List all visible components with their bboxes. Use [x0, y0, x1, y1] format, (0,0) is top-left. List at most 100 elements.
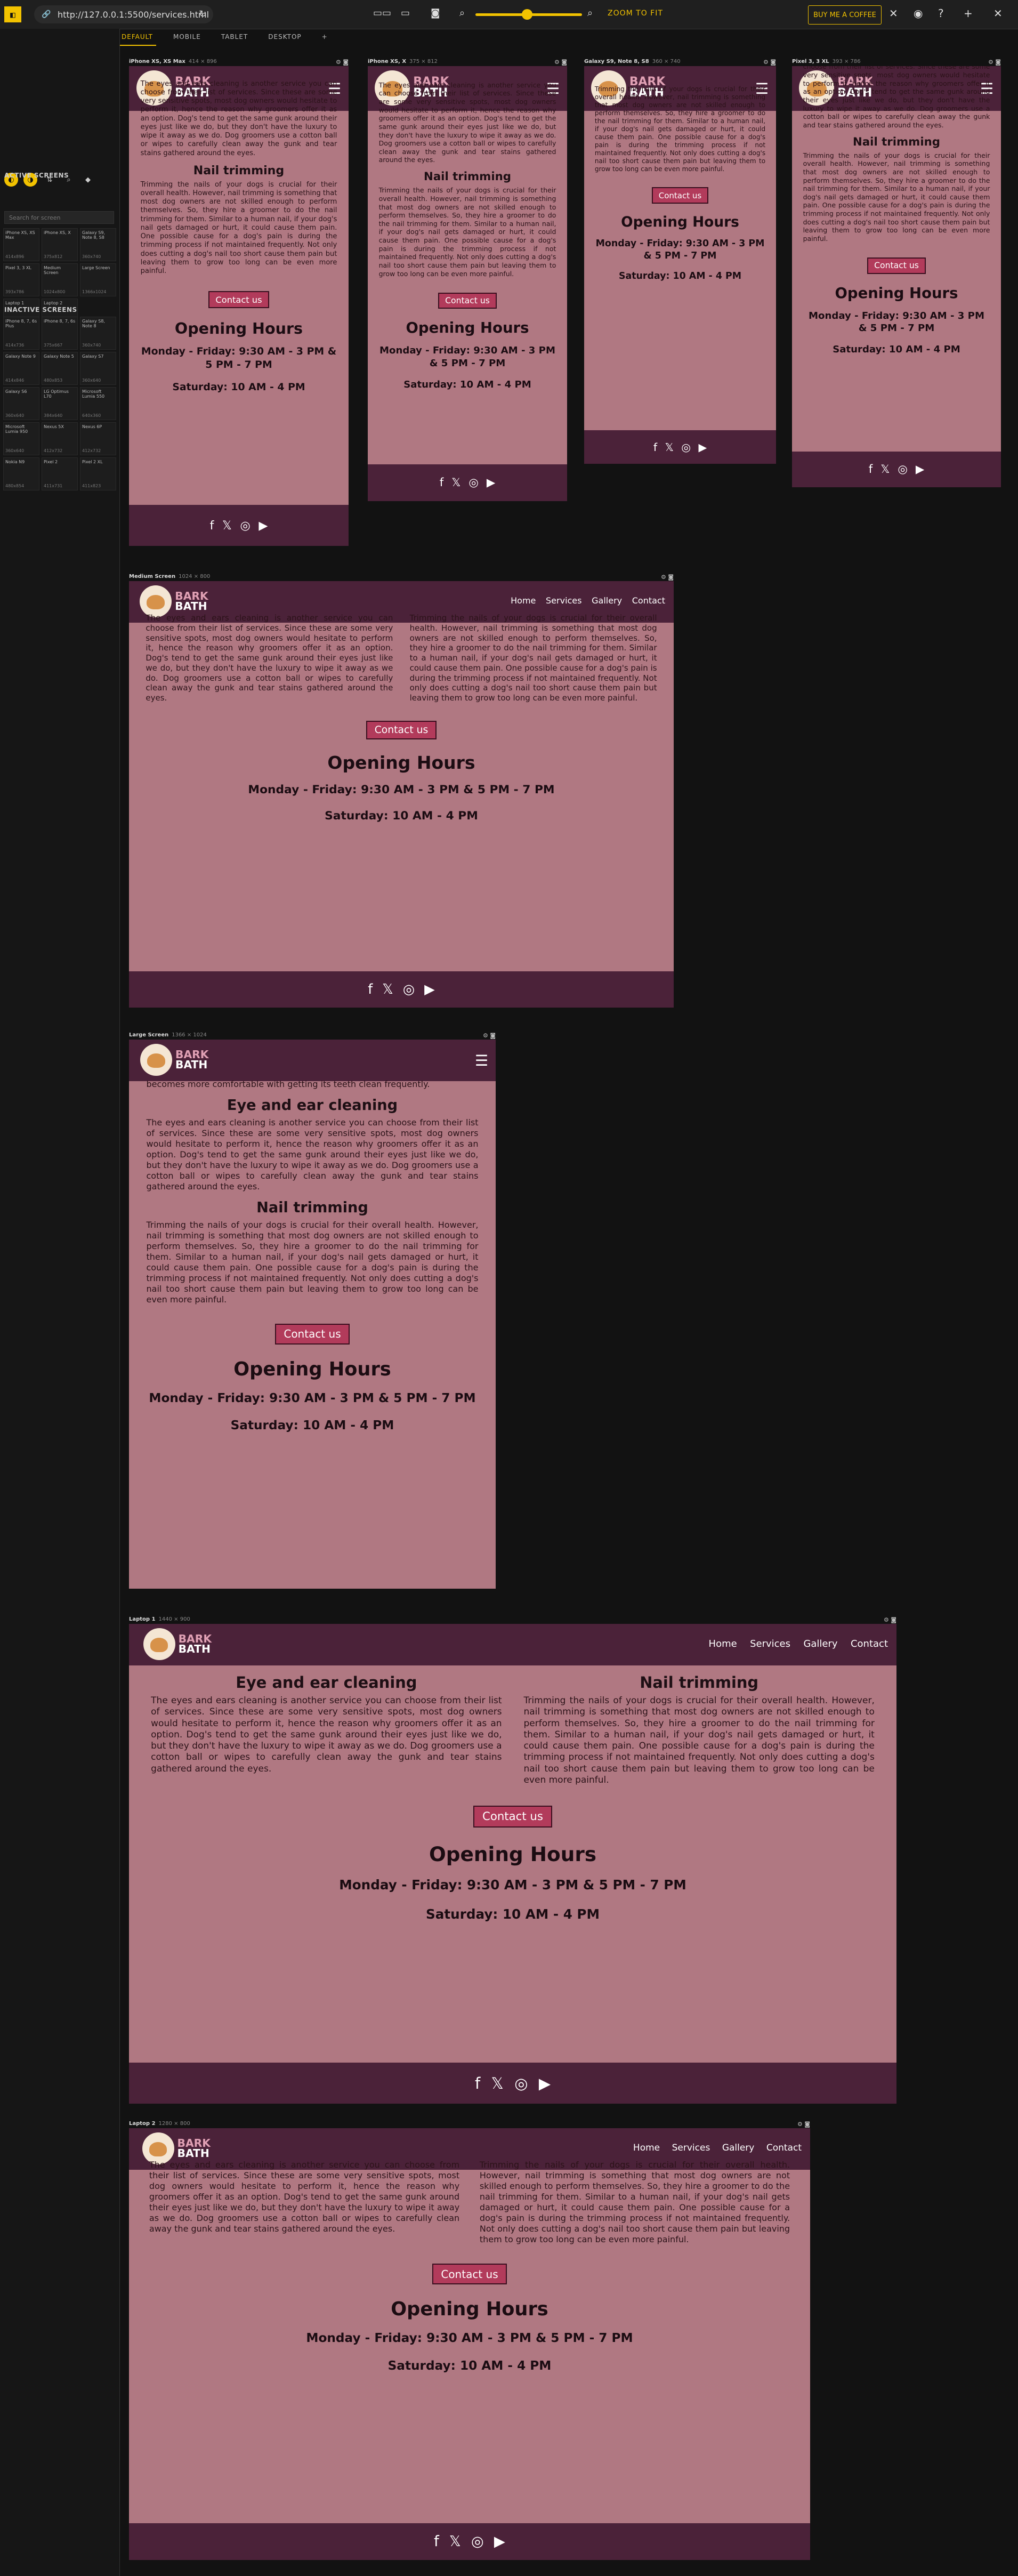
nav-link-services[interactable]: Services — [672, 2143, 710, 2153]
contact-us-button[interactable]: Contact us — [867, 257, 926, 274]
buy-coffee-button[interactable]: BUY ME A COFFEE — [808, 5, 882, 25]
x-icon[interactable]: 𝕏 — [222, 519, 232, 533]
inactive-screen-card[interactable]: Galaxy S7 360x640 — [80, 352, 116, 385]
facebook-icon[interactable]: f — [434, 2533, 439, 2550]
active-screen-card[interactable]: Medium Screen 1024x800 — [42, 263, 78, 296]
site-viewport[interactable]: BARK BATH Home Services Gallery Contact Eye an… — [129, 1624, 896, 2104]
contact-us-button[interactable]: Contact us — [366, 720, 437, 740]
nav-link-contact[interactable]: Contact — [632, 595, 665, 606]
instagram-icon[interactable]: ◎ — [403, 981, 415, 997]
inactive-screen-card[interactable]: Galaxy S8, Note 8 360x740 — [80, 317, 116, 350]
facebook-icon[interactable]: f — [368, 981, 373, 997]
contact-us-button[interactable]: Contact us — [432, 2264, 507, 2285]
inactive-screen-card[interactable]: Nokia N9 480x854 — [3, 457, 39, 490]
instagram-icon[interactable]: ◎ — [898, 463, 908, 476]
inactive-screen-card[interactable]: Microsoft Lumia 550 640x360 — [80, 387, 116, 420]
inactive-screen-card[interactable]: Galaxy S6 360x640 — [3, 387, 39, 420]
settings-icon[interactable]: ⚙ — [554, 59, 561, 66]
facebook-icon[interactable]: f — [653, 441, 657, 454]
nav-link-home[interactable]: Home — [709, 1638, 737, 1649]
inactive-screen-card[interactable]: Galaxy Note 9 414x846 — [3, 352, 39, 385]
screenshot-icon[interactable]: ◙ — [804, 2121, 810, 2128]
youtube-icon[interactable]: ▶ — [494, 2533, 505, 2550]
screenshot-icon[interactable]: ◙ — [770, 59, 776, 66]
layout-icon[interactable]: ▭▭ — [373, 7, 391, 19]
tab-tablet[interactable]: TABLET — [218, 30, 251, 46]
site-logo[interactable]: BARK BATH — [143, 1628, 212, 1660]
settings-icon[interactable]: ⚙ — [661, 574, 668, 581]
active-screen-card[interactable]: Large Screen 1366x1024 — [80, 263, 116, 296]
contact-us-button[interactable]: Contact us — [274, 1323, 350, 1345]
screenshot-icon[interactable]: ◙ — [891, 1616, 896, 1623]
x-icon[interactable]: 𝕏 — [880, 463, 890, 476]
zoom-to-fit-button[interactable]: ZOOM TO FIT — [608, 9, 663, 18]
single-view-icon[interactable]: ▭ — [401, 7, 410, 19]
active-screen-card[interactable]: Pixel 3, 3 XL 393x786 — [3, 263, 39, 296]
inactive-screen-card[interactable]: Galaxy Note 5 480x853 — [42, 352, 78, 385]
x-icon[interactable]: 𝕏 — [665, 441, 673, 454]
screenshot-icon[interactable]: ◙ — [431, 7, 440, 19]
nav-link-gallery[interactable]: Gallery — [803, 1638, 837, 1649]
settings-icon[interactable]: ⚙ — [763, 59, 770, 66]
site-logo[interactable]: BARK BATH — [140, 1044, 208, 1076]
github-icon[interactable]: ◉ — [914, 7, 923, 20]
tab-default[interactable]: DEFAULT — [118, 30, 156, 46]
zoom-out-icon[interactable]: ⌕ — [459, 7, 465, 19]
contact-us-button[interactable]: Contact us — [208, 291, 270, 309]
active-screen-card[interactable]: iPhone XS, XS Max 414x896 — [3, 228, 39, 261]
inactive-screen-card[interactable]: Nexus 5X 412x732 — [42, 422, 78, 455]
screenshot-icon[interactable]: ◙ — [668, 574, 674, 581]
site-viewport[interactable]: BARKBATH☰The eyes and ears cleaning is a… — [792, 66, 1001, 487]
inactive-screen-card[interactable]: Pixel 2 XL 411x823 — [80, 457, 116, 490]
nav-link-gallery[interactable]: Gallery — [592, 595, 622, 606]
x-icon[interactable]: 𝕏 — [382, 981, 393, 997]
youtube-icon[interactable]: ▶ — [424, 981, 435, 997]
reload-icon[interactable]: ↻ — [199, 9, 207, 20]
x-icon[interactable]: 𝕏 — [491, 2074, 504, 2092]
settings-icon[interactable]: ⚙ — [483, 1032, 490, 1039]
inactive-screen-card[interactable]: Nexus 6P 412x732 — [80, 422, 116, 455]
screenshot-icon[interactable]: ◙ — [561, 59, 567, 66]
site-viewport[interactable]: BARK BATH Home Services Gallery Contact The ey… — [129, 2128, 810, 2560]
twitter-icon[interactable]: ✕ — [889, 7, 898, 20]
inactive-screen-card[interactable]: LG Optimus L70 384x640 — [42, 387, 78, 420]
contact-us-button[interactable]: Contact us — [651, 187, 709, 204]
youtube-icon[interactable]: ▶ — [698, 441, 707, 454]
add-icon[interactable]: + — [964, 7, 973, 20]
zoom-slider[interactable] — [475, 9, 582, 20]
nav-link-contact[interactable]: Contact — [851, 1638, 888, 1649]
settings-icon[interactable]: ⚙ — [988, 59, 995, 66]
site-viewport[interactable]: BARK BATH Home Services Gallery Contact The ey… — [129, 581, 674, 1008]
active-screen-card[interactable]: iPhone XS, X 375x812 — [42, 228, 78, 261]
screen-search-input[interactable]: Search for screen — [4, 211, 114, 224]
youtube-icon[interactable]: ▶ — [487, 476, 495, 489]
instagram-icon[interactable]: ◎ — [514, 2074, 528, 2092]
active-screen-card[interactable]: Galaxy S9, Note 8, S8 360x740 — [80, 228, 116, 261]
hamburger-menu-icon[interactable]: ☰ — [475, 1052, 488, 1069]
instagram-icon[interactable]: ◎ — [681, 441, 691, 454]
site-viewport[interactable]: BARK BATH ☰ Trimming the nails of your dogs… — [584, 66, 776, 464]
settings-icon[interactable]: ⚙ — [336, 59, 343, 66]
pin-icon[interactable]: ◆ — [81, 173, 95, 187]
nav-link-contact[interactable]: Contact — [766, 2143, 802, 2153]
nav-link-home[interactable]: Home — [633, 2143, 660, 2153]
contact-us-button[interactable]: Contact us — [473, 1806, 553, 1828]
screenshot-icon[interactable]: ◙ — [995, 59, 1001, 66]
url-bar[interactable]: 🔗 http://127.0.0.1:5500/services.html ↻ — [34, 5, 213, 23]
instagram-icon[interactable]: ◎ — [471, 2533, 484, 2550]
youtube-icon[interactable]: ▶ — [539, 2074, 551, 2092]
site-viewport[interactable]: BARKBATH☰The eyes and ears cleaning is a… — [129, 66, 349, 546]
nav-link-gallery[interactable]: Gallery — [722, 2143, 755, 2153]
tab-desktop[interactable]: DESKTOP — [265, 30, 304, 46]
help-icon[interactable]: ? — [938, 7, 944, 20]
facebook-icon[interactable]: f — [475, 2074, 480, 2092]
facebook-icon[interactable]: f — [869, 463, 872, 476]
site-viewport[interactable]: BARK BATH ☰ becomes more comfortable with g… — [129, 1040, 496, 1589]
nav-link-home[interactable]: Home — [511, 595, 536, 606]
screenshot-icon[interactable]: ◙ — [490, 1032, 496, 1039]
nav-link-services[interactable]: Services — [546, 595, 581, 606]
contact-us-button[interactable]: Contact us — [438, 292, 497, 309]
zoom-in-icon[interactable]: ⌕ — [587, 7, 593, 19]
site-logo[interactable]: BARK BATH — [140, 585, 208, 617]
zoom-slider-knob[interactable] — [522, 9, 532, 20]
